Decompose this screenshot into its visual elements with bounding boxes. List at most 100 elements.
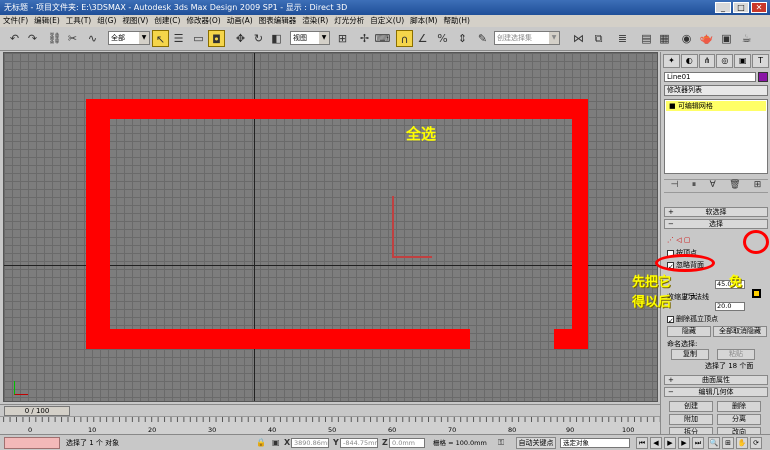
hide-button[interactable]: 隐藏 bbox=[667, 326, 711, 337]
layer-manager-icon[interactable]: ≣ bbox=[614, 30, 631, 47]
detach-button[interactable]: 分离 bbox=[717, 414, 761, 425]
shape-bottom-left-edge[interactable] bbox=[86, 329, 470, 349]
edit-named-selection-icon[interactable]: ✎ bbox=[474, 30, 491, 47]
menu-graph-editors[interactable]: 图表编辑器 bbox=[256, 15, 300, 27]
spinner-snap-icon[interactable]: ⇕ bbox=[454, 30, 471, 47]
rotate-icon[interactable]: ↻ bbox=[250, 30, 267, 47]
make-unique-icon[interactable]: ∀ bbox=[710, 180, 716, 192]
menu-modifiers[interactable]: 修改器(O) bbox=[183, 15, 223, 27]
schematic-view-icon[interactable]: ▦ bbox=[656, 30, 673, 47]
tab-utilities-icon[interactable]: T bbox=[752, 54, 769, 68]
configure-modifier-sets-icon[interactable]: ⊞ bbox=[754, 180, 762, 192]
shape-right-edge[interactable] bbox=[572, 99, 588, 349]
next-frame-icon[interactable]: ▶ bbox=[678, 437, 690, 449]
track-bar[interactable]: 0 10 20 30 40 50 60 70 80 90 100 bbox=[0, 416, 660, 434]
unhide-all-button[interactable]: 全部取消隐藏 bbox=[713, 326, 767, 337]
select-by-name-icon[interactable]: ☰ bbox=[170, 30, 187, 47]
modifier-list-dropdown[interactable]: 修改器列表 bbox=[664, 85, 768, 96]
menu-edit[interactable]: 编辑(E) bbox=[31, 15, 63, 27]
menu-tools[interactable]: 工具(T) bbox=[63, 15, 94, 27]
undo-icon[interactable]: ↶ bbox=[6, 30, 23, 47]
show-end-result-icon[interactable]: ⏸ bbox=[692, 180, 697, 192]
shape-top-edge[interactable] bbox=[86, 99, 588, 119]
delete-isolated-checkbox[interactable]: ✓ bbox=[667, 315, 674, 325]
quick-render-icon[interactable]: ☕ bbox=[738, 30, 755, 47]
object-color-swatch[interactable] bbox=[758, 72, 768, 82]
angle-snap-icon[interactable]: ∠ bbox=[414, 30, 431, 47]
x-coordinate-field[interactable]: 3890.86mm bbox=[291, 438, 329, 448]
paste-button[interactable]: 粘贴 bbox=[717, 349, 755, 360]
keyboard-shortcut-icon[interactable]: ⌨ bbox=[374, 30, 391, 47]
align-icon[interactable]: ⧉ bbox=[590, 30, 607, 47]
select-link-icon[interactable]: ⛓ bbox=[46, 30, 63, 47]
previous-frame-icon[interactable]: ◀ bbox=[650, 437, 662, 449]
maxscript-listener-field[interactable] bbox=[4, 437, 60, 449]
zoom-extents-icon[interactable]: ⊞ bbox=[722, 437, 734, 449]
element-subobject-icon[interactable] bbox=[752, 289, 761, 298]
modifier-stack-item[interactable]: ■ 可编辑网格 bbox=[666, 101, 766, 111]
menu-group[interactable]: 组(G) bbox=[94, 15, 119, 27]
absolute-mode-icon[interactable]: ▣ bbox=[272, 438, 280, 447]
scale-icon[interactable]: ◧ bbox=[268, 30, 285, 47]
pin-stack-icon[interactable]: ⊣ bbox=[671, 180, 679, 192]
window-crossing-icon[interactable]: ◘ bbox=[208, 30, 225, 47]
play-icon[interactable]: ▶ bbox=[664, 437, 676, 449]
menu-create[interactable]: 创建(C) bbox=[151, 15, 183, 27]
snap-toggle-icon[interactable]: ∩ bbox=[396, 30, 413, 47]
key-icon[interactable]: ⚿ bbox=[498, 438, 504, 448]
redo-icon[interactable]: ↷ bbox=[24, 30, 41, 47]
subobject-level-icons[interactable]: ⋰ ◁ ▢ bbox=[667, 236, 690, 244]
copy-button[interactable]: 复制 bbox=[671, 349, 709, 360]
menu-maxscript[interactable]: 脚本(M) bbox=[407, 15, 440, 27]
percent-snap-icon[interactable]: % bbox=[434, 30, 451, 47]
z-coordinate-field[interactable]: 0.0mm bbox=[389, 438, 425, 448]
curve-editor-icon[interactable]: ▤ bbox=[638, 30, 655, 47]
material-editor-icon[interactable]: ◉ bbox=[678, 30, 695, 47]
move-icon[interactable]: ✥ bbox=[232, 30, 249, 47]
zoom-icon[interactable]: 🔍 bbox=[708, 437, 720, 449]
show-normals-label[interactable]: 显示法线 bbox=[681, 292, 709, 302]
bind-space-warp-icon[interactable]: ∿ bbox=[84, 30, 101, 47]
rectangular-selection-icon[interactable]: ▭ bbox=[190, 30, 207, 47]
menu-file[interactable]: 文件(F) bbox=[0, 15, 31, 27]
pan-icon[interactable]: ✋ bbox=[736, 437, 748, 449]
time-slider[interactable]: 0 / 100 bbox=[4, 406, 70, 416]
menu-help[interactable]: 帮助(H) bbox=[440, 15, 473, 27]
create-button[interactable]: 创建 bbox=[669, 401, 713, 412]
y-coordinate-field[interactable]: -844.75mm bbox=[340, 438, 378, 448]
mirror-icon[interactable]: ⋈ bbox=[570, 30, 587, 47]
menu-rendering[interactable]: 渲染(R) bbox=[299, 15, 331, 27]
select-object-icon[interactable]: ↖ bbox=[152, 30, 169, 47]
render-setup-icon[interactable]: 🫖 bbox=[698, 30, 715, 47]
close-button[interactable]: ✕ bbox=[751, 2, 767, 13]
top-viewport[interactable]: 全选 bbox=[3, 52, 658, 402]
menu-view[interactable]: 视图(V) bbox=[119, 15, 151, 27]
menu-customize[interactable]: 自定义(U) bbox=[367, 15, 407, 27]
shape-bottom-right-edge[interactable] bbox=[554, 329, 588, 349]
tab-display-icon[interactable]: ▣ bbox=[734, 54, 752, 68]
maximize-button[interactable]: □ bbox=[733, 2, 749, 13]
delete-button[interactable]: 删除 bbox=[717, 401, 761, 412]
pivot-center-icon[interactable]: ⊞ bbox=[334, 30, 351, 47]
tab-create-icon[interactable]: ✦ bbox=[663, 54, 680, 68]
attach-button[interactable]: 附加 bbox=[669, 414, 713, 425]
minimize-button[interactable]: _ bbox=[715, 2, 731, 13]
remove-modifier-icon[interactable]: 🗑 bbox=[729, 180, 740, 192]
tab-modify-icon[interactable]: ◐ bbox=[680, 54, 698, 68]
planar-threshold-spinner[interactable]: 20.0 bbox=[715, 302, 745, 311]
key-filter-dropdown[interactable]: 选定对象 bbox=[560, 438, 630, 448]
go-to-start-icon[interactable]: ⏮ bbox=[636, 437, 648, 449]
shape-left-edge[interactable] bbox=[86, 99, 110, 349]
object-name-field[interactable]: Line01 bbox=[664, 72, 756, 82]
menu-lighting-analysis[interactable]: 灯光分析 bbox=[331, 15, 367, 27]
named-selection-set-dropdown[interactable]: 创建选择集 ▼ bbox=[494, 31, 560, 45]
rendered-frame-window-icon[interactable]: ▣ bbox=[718, 30, 735, 47]
rollout-soft-selection[interactable]: + 软选择 bbox=[664, 207, 768, 217]
reference-coordinate-dropdown[interactable]: 视图 ▼ bbox=[290, 31, 330, 45]
modifier-stack[interactable]: ■ 可编辑网格 bbox=[664, 99, 768, 174]
rollout-edit-geometry[interactable]: − 编辑几何体 bbox=[664, 387, 768, 397]
go-to-end-icon[interactable]: ⏭ bbox=[692, 437, 704, 449]
selection-filter-dropdown[interactable]: 全部 ▼ bbox=[108, 31, 150, 45]
tab-hierarchy-icon[interactable]: ⋔ bbox=[698, 54, 716, 68]
menu-animation[interactable]: 动画(A) bbox=[224, 15, 256, 27]
